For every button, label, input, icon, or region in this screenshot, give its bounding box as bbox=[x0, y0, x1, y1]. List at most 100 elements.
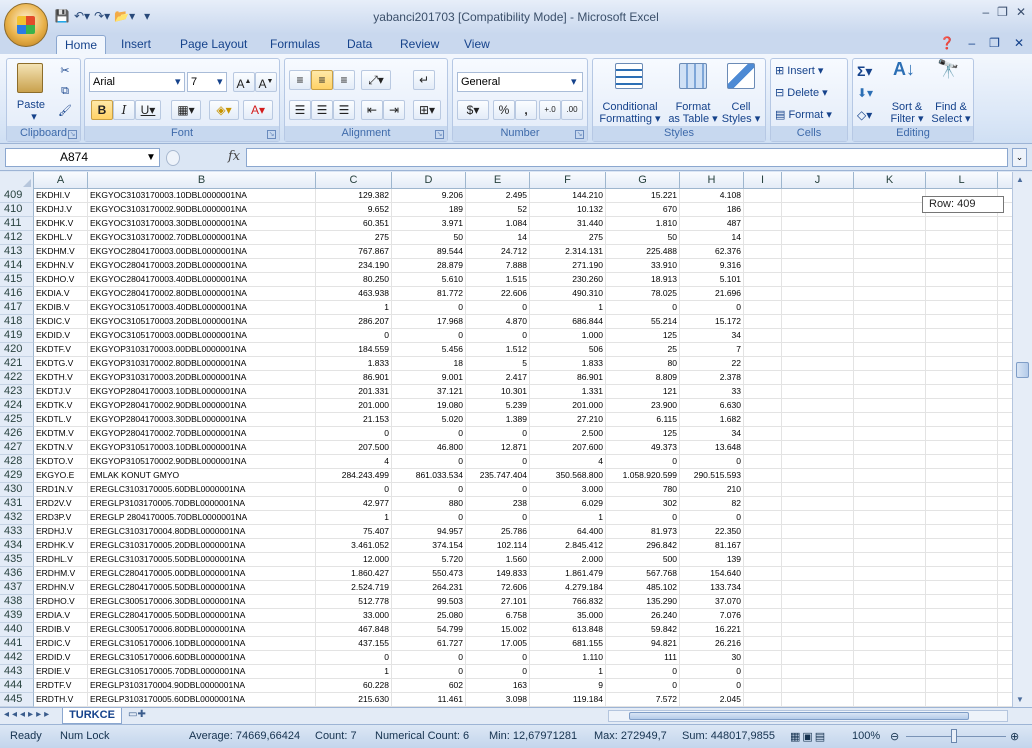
cell[interactable] bbox=[854, 245, 926, 259]
cell[interactable]: EKDHJ.V bbox=[34, 203, 88, 217]
cell[interactable]: 10.301 bbox=[466, 385, 530, 399]
cell[interactable]: 60.228 bbox=[316, 679, 392, 693]
cell[interactable]: 681.155 bbox=[530, 637, 606, 651]
cell[interactable]: 500 bbox=[606, 553, 680, 567]
cell[interactable]: EREGLP3103170004.90DBL0000001NA bbox=[88, 679, 316, 693]
underline-button[interactable]: U▾ bbox=[135, 100, 161, 120]
cell[interactable] bbox=[744, 637, 782, 651]
cell[interactable]: 0 bbox=[606, 455, 680, 469]
cell[interactable]: 27.101 bbox=[466, 595, 530, 609]
cell[interactable]: 3.461.052 bbox=[316, 539, 392, 553]
cell[interactable] bbox=[926, 329, 998, 343]
tab-insert[interactable]: Insert bbox=[113, 35, 159, 54]
cell[interactable] bbox=[782, 343, 854, 357]
cell[interactable] bbox=[854, 301, 926, 315]
cell[interactable]: 8.809 bbox=[606, 371, 680, 385]
cell[interactable] bbox=[744, 385, 782, 399]
cell[interactable] bbox=[744, 525, 782, 539]
cell[interactable] bbox=[782, 469, 854, 483]
cell[interactable] bbox=[782, 539, 854, 553]
column-header-i[interactable]: I bbox=[744, 172, 782, 189]
cell[interactable]: 17.005 bbox=[466, 637, 530, 651]
cell[interactable]: EREGLC3105170006.10DBL0000001NA bbox=[88, 637, 316, 651]
doc-close-icon[interactable]: ✕ bbox=[1014, 36, 1024, 50]
row-header[interactable]: 435 bbox=[0, 553, 34, 567]
cell[interactable]: 235.747.404 bbox=[466, 469, 530, 483]
currency-button[interactable]: $▾ bbox=[457, 100, 489, 120]
cell[interactable]: 271.190 bbox=[530, 259, 606, 273]
cell[interactable]: EREGLP 2804170005.70DBL0000001NA bbox=[88, 511, 316, 525]
cell[interactable]: 0 bbox=[466, 483, 530, 497]
cell[interactable]: 25 bbox=[606, 343, 680, 357]
cell[interactable] bbox=[744, 469, 782, 483]
cell[interactable] bbox=[854, 315, 926, 329]
cell[interactable]: 86.901 bbox=[530, 371, 606, 385]
orientation-button[interactable]: ⤢▾ bbox=[361, 70, 391, 90]
cell[interactable] bbox=[854, 455, 926, 469]
cell[interactable]: 512.778 bbox=[316, 595, 392, 609]
shrink-font-button[interactable]: A▼ bbox=[255, 72, 277, 92]
cell[interactable] bbox=[854, 595, 926, 609]
cell[interactable]: EKDID.V bbox=[34, 329, 88, 343]
cell[interactable]: 119.184 bbox=[530, 693, 606, 707]
cell[interactable]: EKDIA.V bbox=[34, 287, 88, 301]
cell[interactable] bbox=[854, 259, 926, 273]
cell[interactable] bbox=[926, 371, 998, 385]
cell[interactable]: 6.115 bbox=[606, 413, 680, 427]
cell[interactable]: 766.832 bbox=[530, 595, 606, 609]
row-header[interactable]: 434 bbox=[0, 539, 34, 553]
cell[interactable]: ERDIE.V bbox=[34, 665, 88, 679]
cell[interactable]: 0 bbox=[680, 455, 744, 469]
cell[interactable] bbox=[926, 231, 998, 245]
tab-formulas[interactable]: Formulas bbox=[262, 35, 328, 54]
cell[interactable] bbox=[854, 539, 926, 553]
cell[interactable]: 60.351 bbox=[316, 217, 392, 231]
cell[interactable]: 1.861.479 bbox=[530, 567, 606, 581]
cell[interactable]: ERD3P.V bbox=[34, 511, 88, 525]
row-header[interactable]: 433 bbox=[0, 525, 34, 539]
cell[interactable]: 54.799 bbox=[392, 623, 466, 637]
cell[interactable]: 81.167 bbox=[680, 539, 744, 553]
cell[interactable] bbox=[782, 693, 854, 707]
cell[interactable]: EKDTH.V bbox=[34, 371, 88, 385]
cell[interactable]: EKDTN.V bbox=[34, 441, 88, 455]
paste-icon[interactable] bbox=[17, 63, 43, 93]
cell[interactable]: 201.000 bbox=[530, 399, 606, 413]
column-header-d[interactable]: D bbox=[392, 172, 466, 189]
tab-home[interactable]: Home bbox=[56, 35, 107, 54]
cell[interactable] bbox=[926, 455, 998, 469]
cell[interactable]: 125 bbox=[606, 329, 680, 343]
cell[interactable]: 21.696 bbox=[680, 287, 744, 301]
cell[interactable]: 1.833 bbox=[530, 357, 606, 371]
cell[interactable]: 670 bbox=[606, 203, 680, 217]
cell[interactable] bbox=[744, 231, 782, 245]
copy-icon[interactable]: ⧉ bbox=[57, 85, 73, 97]
cell[interactable]: ERDTH.V bbox=[34, 693, 88, 707]
cell[interactable]: EKDHO.V bbox=[34, 273, 88, 287]
align-right-button[interactable]: ☰ bbox=[333, 100, 355, 120]
cell[interactable] bbox=[782, 441, 854, 455]
clipboard-launcher-icon[interactable]: ↘ bbox=[68, 130, 77, 139]
cell[interactable] bbox=[782, 231, 854, 245]
cell[interactable]: EREGLC2804170005.50DBL0000001NA bbox=[88, 609, 316, 623]
middle-align-button[interactable]: ≡ bbox=[311, 70, 333, 90]
cell[interactable]: ERDHJ.V bbox=[34, 525, 88, 539]
cell[interactable]: 139 bbox=[680, 553, 744, 567]
sheet-tab-turkce[interactable]: TURKCE bbox=[62, 708, 122, 724]
cell[interactable] bbox=[782, 371, 854, 385]
cell[interactable] bbox=[782, 189, 854, 203]
status-average[interactable]: Average: 74669,66424 bbox=[189, 730, 300, 742]
cell[interactable]: 9 bbox=[530, 679, 606, 693]
name-box-dropdown-icon[interactable]: ▼ bbox=[146, 148, 156, 167]
cell[interactable] bbox=[744, 511, 782, 525]
cell[interactable]: 880 bbox=[392, 497, 466, 511]
office-button[interactable] bbox=[4, 3, 48, 47]
restore-icon[interactable]: ❐ bbox=[997, 5, 1008, 19]
cell[interactable]: EKDTL.V bbox=[34, 413, 88, 427]
cell[interactable] bbox=[744, 245, 782, 259]
row-header[interactable]: 439 bbox=[0, 609, 34, 623]
cell[interactable]: 7.888 bbox=[466, 259, 530, 273]
select-all-button[interactable] bbox=[0, 172, 34, 189]
cell[interactable]: 31.440 bbox=[530, 217, 606, 231]
cell[interactable]: EKGYOC3103170003.10DBL0000001NA bbox=[88, 189, 316, 203]
